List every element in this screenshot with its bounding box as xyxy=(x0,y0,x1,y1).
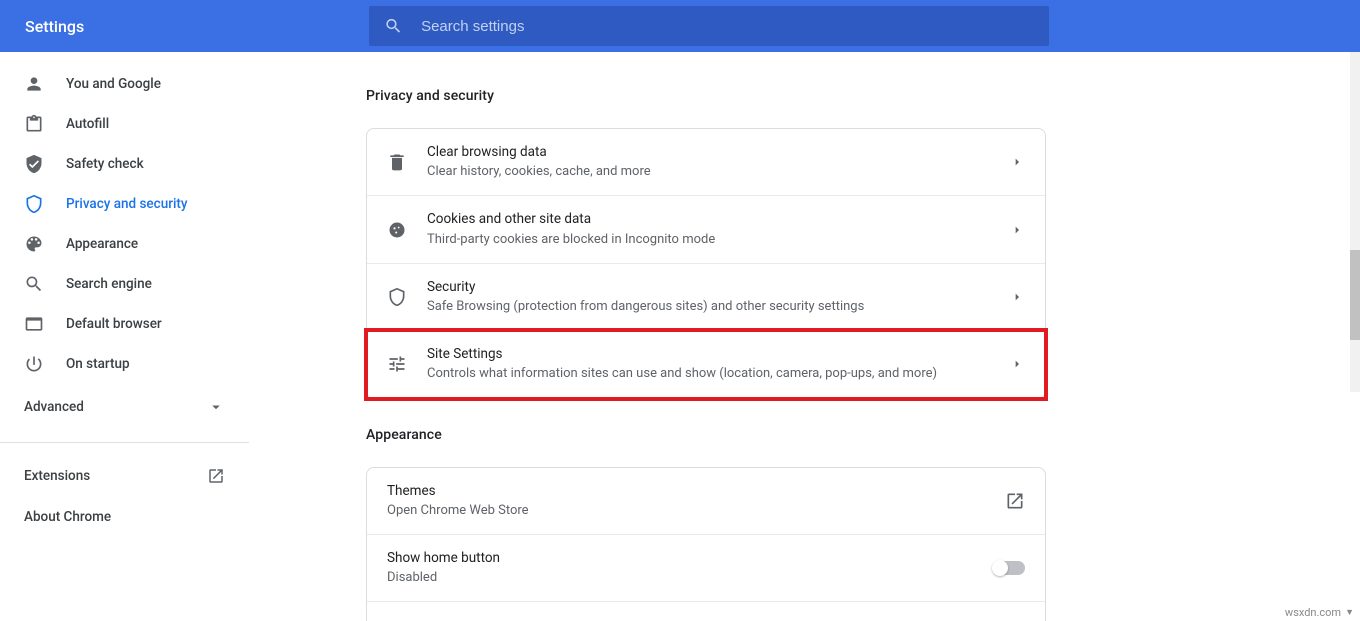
sidebar-item-autofill[interactable]: Autofill xyxy=(0,104,249,144)
chevron-down-icon xyxy=(207,398,225,416)
row-subtitle: Third-party cookies are blocked in Incog… xyxy=(427,231,1009,249)
row-show-bookmarks-bar[interactable]: Show bookmarks bar xyxy=(367,601,1045,621)
sidebar-item-privacy-security[interactable]: Privacy and security xyxy=(0,184,249,224)
chevron-right-icon xyxy=(1009,154,1025,170)
chevron-right-icon xyxy=(1009,356,1025,372)
dropdown-arrow-icon: ▼ xyxy=(1345,607,1354,618)
sidebar-item-on-startup[interactable]: On startup xyxy=(0,344,249,384)
open-in-new-icon xyxy=(1005,491,1025,511)
cookie-icon xyxy=(387,220,407,240)
sidebar-item-label: Safety check xyxy=(66,156,144,172)
row-title: Site Settings xyxy=(427,345,1009,363)
row-subtitle: Controls what information sites can use … xyxy=(427,365,1009,383)
chevron-right-icon xyxy=(1009,222,1025,238)
source-watermark: wsxdn.com▼ xyxy=(1285,606,1354,619)
extensions-label: Extensions xyxy=(24,468,90,484)
toggle-home-button[interactable] xyxy=(993,561,1025,575)
sidebar-item-extensions[interactable]: Extensions xyxy=(0,455,249,497)
row-subtitle: Disabled xyxy=(387,569,993,587)
shield-icon xyxy=(387,287,407,307)
shield-check-icon xyxy=(24,154,44,174)
sidebar-item-label: Appearance xyxy=(66,236,138,252)
row-show-home-button[interactable]: Show home button Disabled xyxy=(367,534,1045,601)
sidebar-item-you-and-google[interactable]: You and Google xyxy=(0,64,249,104)
open-in-new-icon xyxy=(207,467,225,485)
power-icon xyxy=(24,354,44,374)
shield-icon xyxy=(24,194,44,214)
sidebar-advanced-toggle[interactable]: Advanced xyxy=(0,384,249,430)
search-input[interactable] xyxy=(421,18,1034,35)
row-title: Show home button xyxy=(387,549,993,567)
search-icon xyxy=(384,16,403,36)
palette-icon xyxy=(24,234,44,254)
row-subtitle: Open Chrome Web Store xyxy=(387,502,1005,520)
sidebar-divider xyxy=(0,442,249,443)
sidebar-item-search-engine[interactable]: Search engine xyxy=(0,264,249,304)
sidebar: You and Google Autofill Safety check Pri… xyxy=(0,52,250,621)
browser-window-icon xyxy=(24,314,44,334)
sidebar-item-label: Privacy and security xyxy=(66,196,188,212)
section-title-privacy: Privacy and security xyxy=(366,88,1360,104)
row-security[interactable]: Security Safe Browsing (protection from … xyxy=(367,263,1045,330)
row-title: Themes xyxy=(387,482,1005,500)
header-bar: Settings xyxy=(0,0,1360,52)
section-title-appearance: Appearance xyxy=(366,427,1360,443)
sidebar-item-label: On startup xyxy=(66,356,130,372)
trash-icon xyxy=(387,152,407,172)
sidebar-item-label: Autofill xyxy=(66,116,109,132)
sidebar-item-safety-check[interactable]: Safety check xyxy=(0,144,249,184)
privacy-card: Clear browsing data Clear history, cooki… xyxy=(366,128,1046,399)
tune-icon xyxy=(387,354,407,374)
row-title: Security xyxy=(427,278,1009,296)
about-chrome-label: About Chrome xyxy=(24,509,111,525)
scrollbar-track[interactable] xyxy=(1350,52,1360,392)
row-clear-browsing-data[interactable]: Clear browsing data Clear history, cooki… xyxy=(367,129,1045,195)
person-icon xyxy=(24,74,44,94)
page-title: Settings xyxy=(25,17,84,36)
search-container[interactable] xyxy=(369,6,1049,46)
sidebar-item-label: You and Google xyxy=(66,76,161,92)
appearance-card: Themes Open Chrome Web Store Show home b… xyxy=(366,467,1046,621)
row-title: Clear browsing data xyxy=(427,143,1009,161)
sidebar-item-appearance[interactable]: Appearance xyxy=(0,224,249,264)
advanced-label: Advanced xyxy=(24,399,84,415)
clipboard-icon xyxy=(24,114,44,134)
row-cookies[interactable]: Cookies and other site data Third-party … xyxy=(367,195,1045,262)
main-content: Privacy and security Clear browsing data… xyxy=(250,52,1360,621)
row-subtitle: Clear history, cookies, cache, and more xyxy=(427,163,1009,181)
search-icon xyxy=(24,274,44,294)
sidebar-item-label: Default browser xyxy=(66,316,162,332)
row-title: Cookies and other site data xyxy=(427,210,1009,228)
row-subtitle: Safe Browsing (protection from dangerous… xyxy=(427,298,1009,316)
sidebar-item-label: Search engine xyxy=(66,276,152,292)
row-site-settings[interactable]: Site Settings Controls what information … xyxy=(367,330,1045,397)
chevron-right-icon xyxy=(1009,289,1025,305)
scrollbar-thumb[interactable] xyxy=(1350,250,1360,340)
sidebar-item-about-chrome[interactable]: About Chrome xyxy=(0,497,249,537)
row-themes[interactable]: Themes Open Chrome Web Store xyxy=(367,468,1045,534)
sidebar-item-default-browser[interactable]: Default browser xyxy=(0,304,249,344)
